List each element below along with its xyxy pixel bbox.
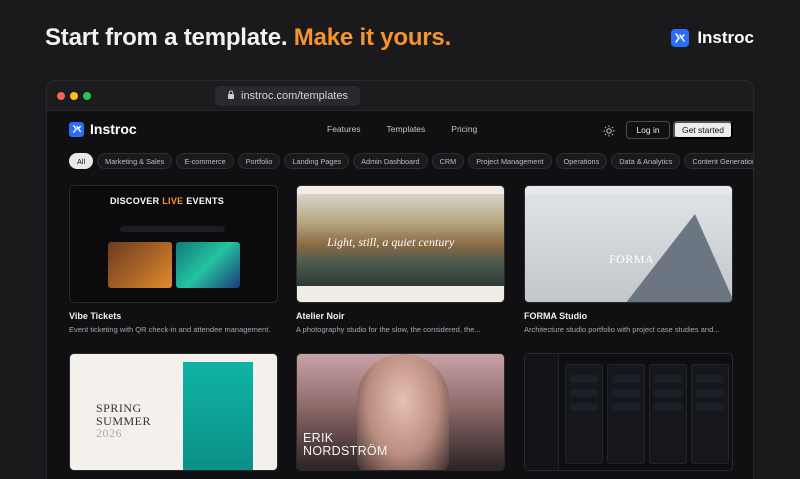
thumb-sidebar <box>525 354 559 470</box>
template-card-spring-summer[interactable]: SPRING SUMMER 2026 <box>69 353 278 471</box>
thumb-heading-c: EVENTS <box>183 196 225 206</box>
thumb-row <box>696 389 724 397</box>
template-title: Vibe Tickets <box>69 311 122 321</box>
thumb-column <box>691 364 729 464</box>
thumb-row <box>696 375 724 383</box>
thumb-row <box>696 403 724 411</box>
browser-window: instroc.com/templates Instroc Features T… <box>46 80 754 479</box>
category-chip-crm[interactable]: CRM <box>431 153 465 169</box>
site-nav: Instroc Features Templates Pricing Log i… <box>47 111 753 149</box>
template-card-atelier-noir[interactable]: Light, still, a quiet century Atelier No… <box>296 185 505 334</box>
thumb-column <box>607 364 645 464</box>
minimize-window-button[interactable] <box>70 91 78 100</box>
thumb-column <box>565 364 603 464</box>
thumb-row <box>570 389 598 397</box>
thumb-text: SPRING SUMMER 2026 <box>96 402 151 440</box>
nav-links: Features Templates Pricing <box>327 124 477 134</box>
thumb-row <box>570 375 598 383</box>
thumb-row <box>654 403 682 411</box>
thumb-row <box>654 389 682 397</box>
login-button[interactable]: Log in <box>626 121 670 139</box>
instroc-logo-icon <box>671 29 690 47</box>
category-chip-ecommerce[interactable]: E-commerce <box>176 153 234 169</box>
template-thumbnail[interactable] <box>524 353 733 471</box>
get-started-button[interactable]: Get started <box>673 121 733 139</box>
window-controls <box>57 91 91 100</box>
template-thumbnail[interactable]: SPRING SUMMER 2026 <box>69 353 278 471</box>
thumb-heading-a: DISCOVER <box>110 196 163 206</box>
nav-link-pricing[interactable]: Pricing <box>451 124 477 134</box>
nav-link-templates[interactable]: Templates <box>387 124 426 134</box>
hero-heading: Start from a template. Make it yours. <box>45 24 451 52</box>
thumb-row <box>612 389 640 397</box>
thumb-heading-live: LIVE <box>162 196 184 206</box>
thumb-line: SPRING <box>96 401 142 415</box>
thumb-text: ERIK NORDSTRÖM <box>303 431 388 459</box>
instroc-logo-icon <box>69 121 84 137</box>
category-chip-landing[interactable]: Landing Pages <box>284 153 350 169</box>
template-description: Event ticketing with QR check-in and att… <box>69 325 271 334</box>
category-chip-admin[interactable]: Admin Dashboard <box>353 153 428 169</box>
template-thumbnail[interactable]: Light, still, a quiet century <box>296 185 505 303</box>
lock-icon <box>227 90 235 102</box>
thumb-line: 2026 <box>96 426 122 441</box>
brand-logo-top: Instroc <box>671 28 754 48</box>
thumb-text: FORMA <box>609 252 655 266</box>
category-chip-marketing[interactable]: Marketing & Sales <box>97 153 173 169</box>
brand-name: Instroc <box>697 28 754 47</box>
close-window-button[interactable] <box>57 91 65 100</box>
address-url: instroc.com/templates <box>241 90 348 102</box>
category-filters: All Marketing & Sales E-commerce Portfol… <box>69 153 753 169</box>
thumb-row <box>654 375 682 383</box>
category-chip-operations[interactable]: Operations <box>555 153 608 169</box>
nav-link-features[interactable]: Features <box>327 124 361 134</box>
category-chip-portfolio[interactable]: Portfolio <box>237 153 281 169</box>
category-chip-content[interactable]: Content Generation <box>684 153 753 169</box>
template-thumbnail[interactable]: FORMA <box>524 185 733 303</box>
template-card-erik-nordstrom[interactable]: ERIK NORDSTRÖM <box>296 353 505 471</box>
maximize-window-button[interactable] <box>83 91 91 100</box>
site-logo[interactable]: Instroc <box>69 121 137 137</box>
thumb-event-card <box>108 242 172 288</box>
browser-chrome: instroc.com/templates <box>47 81 753 111</box>
thumb-search-bar <box>120 226 225 232</box>
template-description: A photography studio for the slow, the c… <box>296 325 481 334</box>
thumb-row <box>612 403 640 411</box>
sun-icon[interactable] <box>603 124 615 137</box>
template-thumbnail[interactable]: ERIK NORDSTRÖM <box>296 353 505 471</box>
thumb-photo <box>183 362 253 470</box>
hero-heading-part1: Start from a template. <box>45 24 288 51</box>
thumb-row <box>612 375 640 383</box>
address-bar[interactable]: instroc.com/templates <box>215 86 360 106</box>
category-chip-all[interactable]: All <box>69 153 94 169</box>
thumb-event-card <box>176 242 240 288</box>
site-brand-name: Instroc <box>90 121 137 137</box>
template-card-forma-studio[interactable]: FORMA FORMA Studio Architecture studio p… <box>524 185 733 334</box>
template-card-vibe-tickets[interactable]: DISCOVER LIVE EVENTS Vibe Tickets Event … <box>69 185 278 334</box>
template-title: FORMA Studio <box>524 311 588 321</box>
template-card-dashboard[interactable] <box>524 353 733 471</box>
template-description: Architecture studio portfolio with proje… <box>524 325 720 334</box>
thumb-text: Light, still, a quiet century <box>327 235 455 249</box>
category-chip-project-management[interactable]: Project Management <box>468 153 552 169</box>
thumb-line: NORDSTRÖM <box>303 444 388 459</box>
thumb-heading: DISCOVER LIVE EVENTS <box>110 196 224 206</box>
template-title: Atelier Noir <box>296 311 345 321</box>
thumb-column <box>649 364 687 464</box>
category-chip-data[interactable]: Data & Analytics <box>611 153 681 169</box>
thumb-row <box>570 403 598 411</box>
hero-heading-part2: Make it yours. <box>293 24 452 51</box>
template-thumbnail[interactable]: DISCOVER LIVE EVENTS <box>69 185 278 303</box>
